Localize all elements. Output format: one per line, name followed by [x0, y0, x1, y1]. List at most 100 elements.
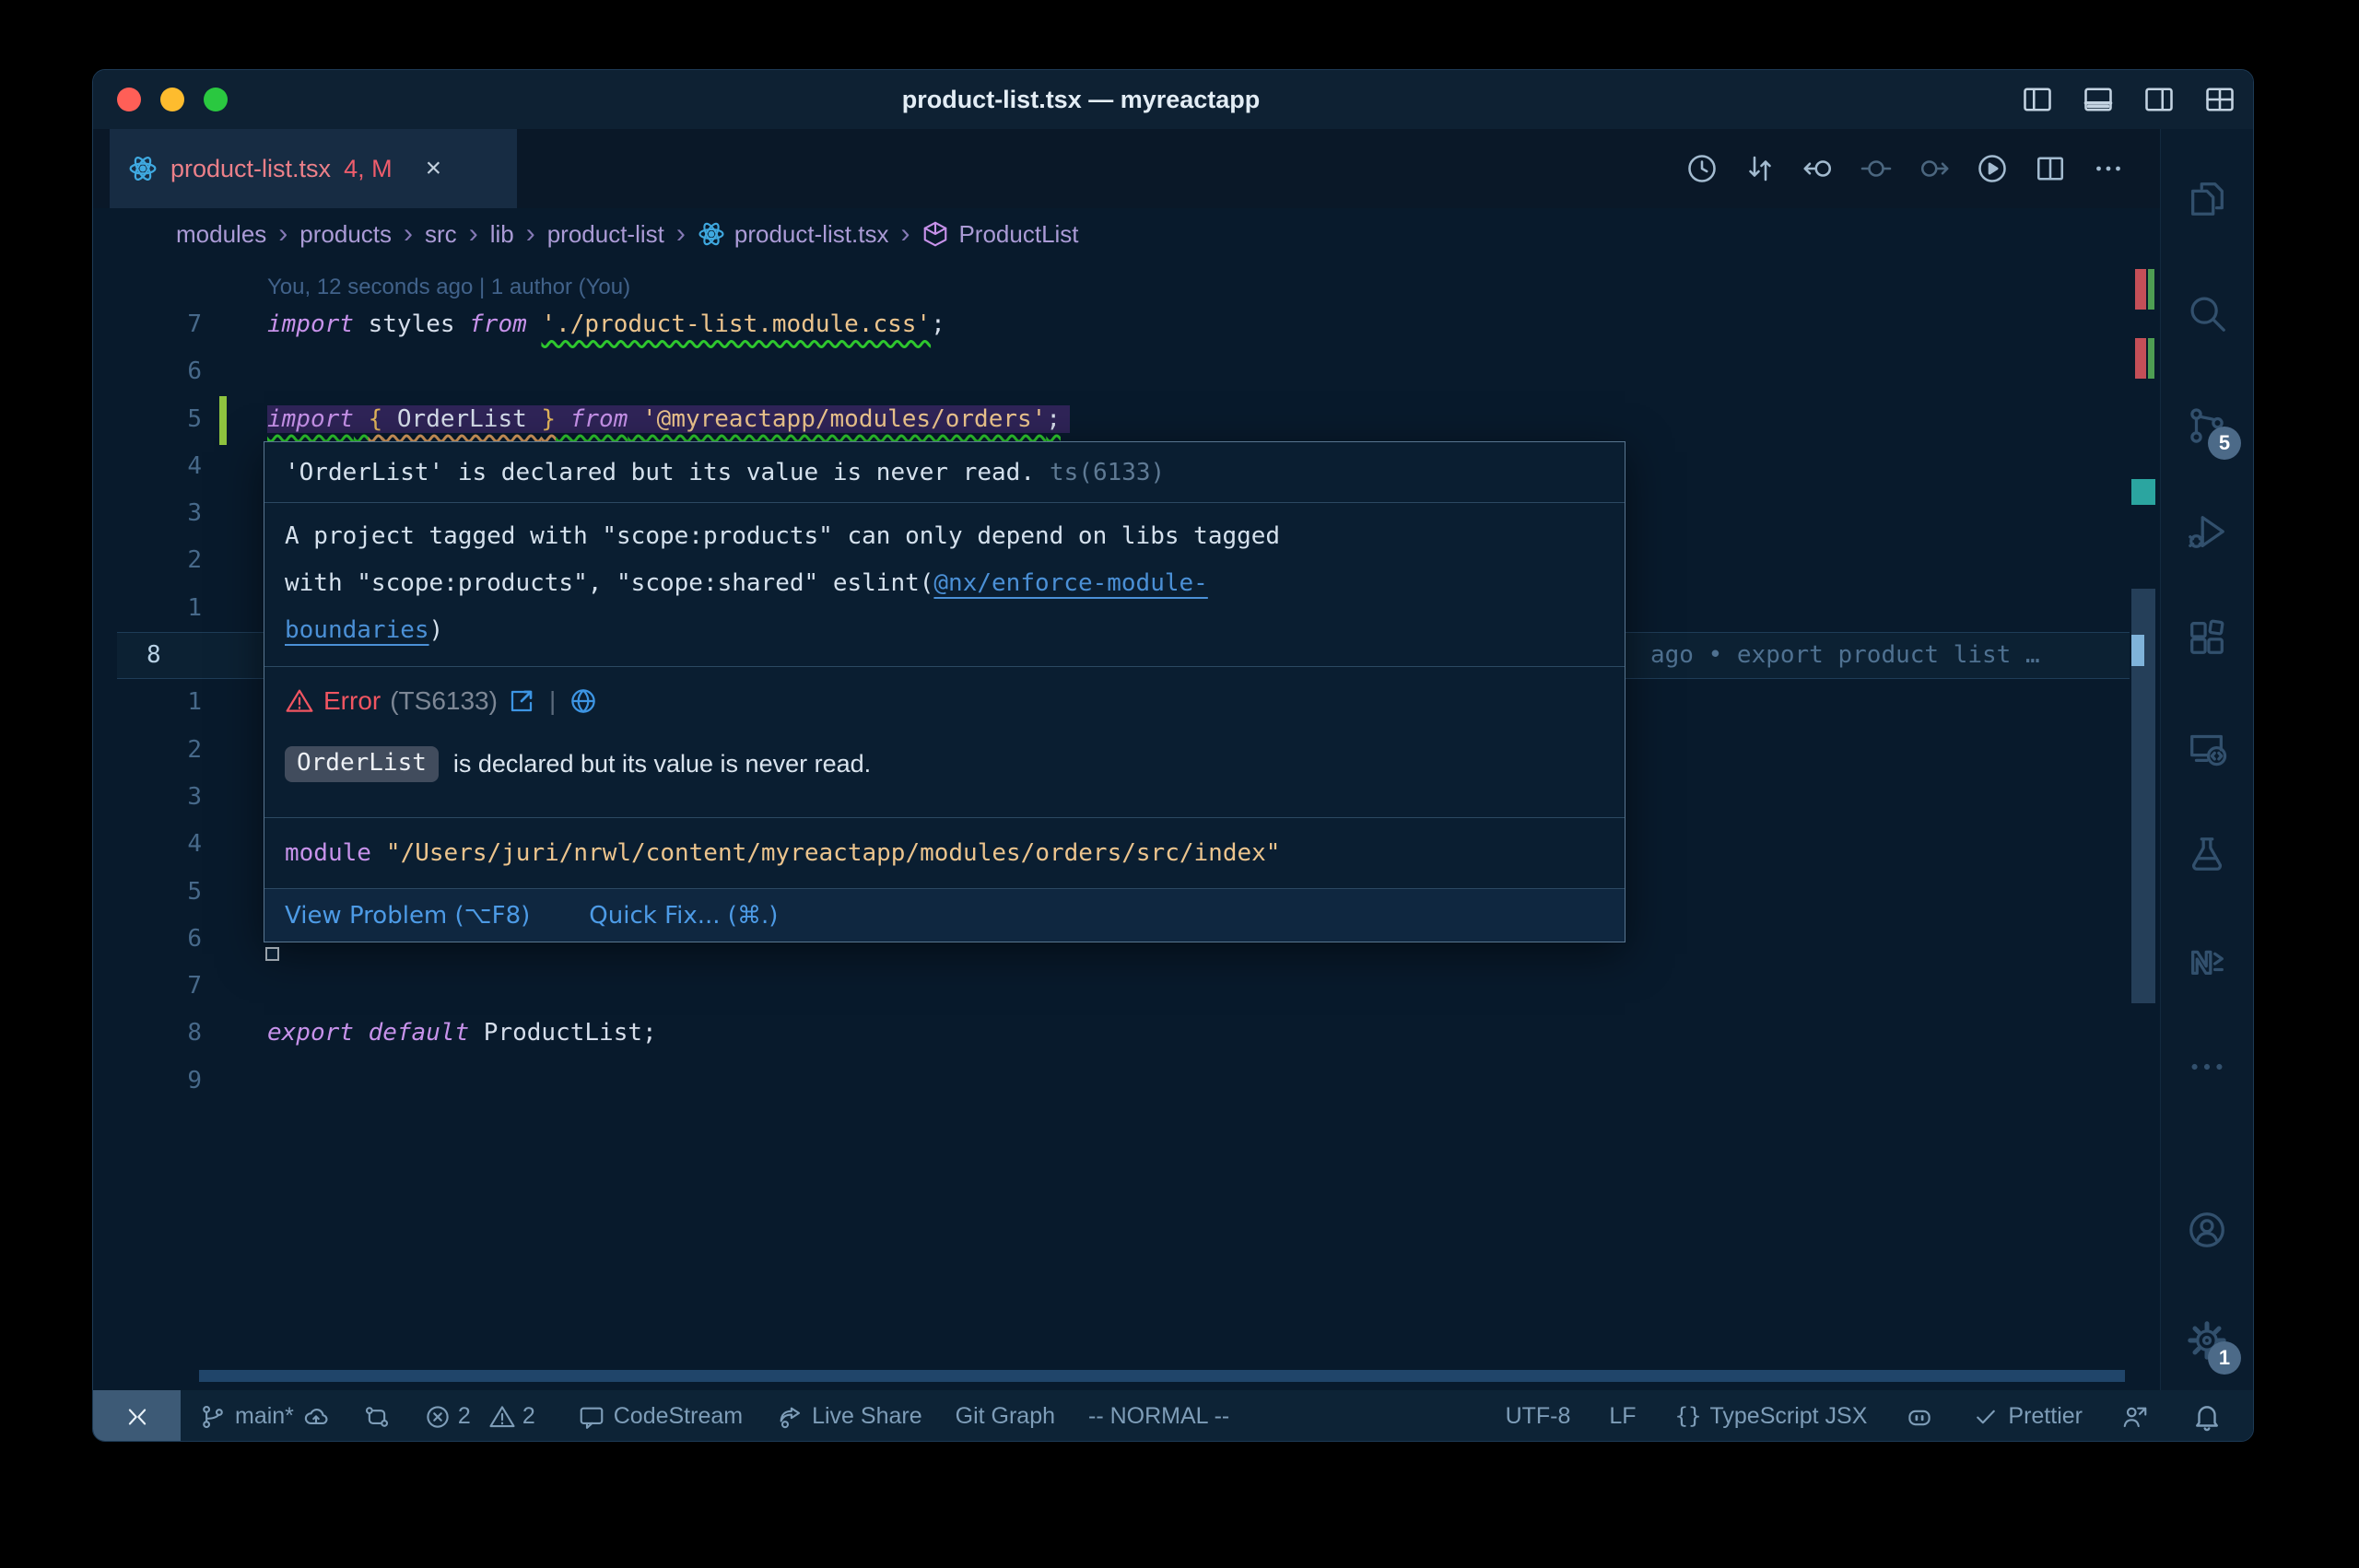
copilot-icon: [1906, 1403, 1933, 1431]
breadcrumb-item-product-list[interactable]: product-list: [547, 220, 664, 249]
vim-mode-item[interactable]: -- NORMAL --: [1088, 1403, 1229, 1430]
activity-item-nx-console[interactable]: [2186, 939, 2228, 981]
encoding-item[interactable]: UTF-8: [1506, 1403, 1571, 1430]
breadcrumb-item-lib[interactable]: lib: [490, 220, 514, 249]
window-title: product-list.tsx — myreactapp: [902, 70, 1261, 129]
codelens-blame[interactable]: You, 12 seconds ago | 1 author (You): [267, 275, 630, 300]
code-line[interactable]: 7: [93, 963, 2130, 1010]
toggle-primary-sidebar-button[interactable]: [2021, 83, 2054, 116]
nav-current-button[interactable]: [1860, 152, 1893, 185]
breadcrumb-item-modules[interactable]: modules: [176, 220, 266, 249]
view-problem-action[interactable]: View Problem (⌥F8): [285, 902, 530, 930]
line-number: 3: [121, 490, 202, 537]
comment-icon: [578, 1403, 605, 1431]
close-icon[interactable]: ×: [426, 153, 442, 184]
tooltip-message: 'OrderList' is declared but its value is…: [285, 459, 1035, 486]
problems-item[interactable]: 22: [424, 1403, 545, 1431]
git-added-gutter-bar: [219, 396, 227, 445]
activity-item-explorer[interactable]: [2186, 178, 2228, 220]
live-share-item[interactable]: Live Share: [776, 1403, 922, 1431]
run-file-button[interactable]: [1976, 152, 2009, 185]
breadcrumb-item-src[interactable]: src: [425, 220, 457, 249]
tooltip-resize-handle[interactable]: [265, 947, 279, 961]
horizontal-scrollbar[interactable]: [199, 1370, 2125, 1382]
breadcrumb-item-product-list-tsx[interactable]: product-list.tsx: [698, 220, 889, 249]
feedback-item[interactable]: [2121, 1403, 2149, 1431]
title-bar: product-list.tsx — myreactapp: [93, 70, 2253, 129]
code-line[interactable]: 9: [93, 1058, 2130, 1105]
code-line[interactable]: 7import styles from './product-list.modu…: [93, 301, 2130, 348]
line-number: 7: [121, 963, 202, 1010]
line-number: 2: [121, 727, 202, 774]
external-link-icon[interactable]: [507, 686, 536, 716]
quick-fix-action[interactable]: Quick Fix... (⌘.): [589, 902, 778, 930]
globe-icon[interactable]: [569, 686, 598, 716]
error-icon: [424, 1403, 452, 1431]
close-window-button[interactable]: [117, 88, 141, 111]
breadcrumb-item-productlist[interactable]: ProductList: [921, 220, 1078, 249]
notifications-item[interactable]: [2160, 1390, 2253, 1442]
nav-back-button[interactable]: [1802, 152, 1835, 185]
open-changes-button[interactable]: [1743, 152, 1777, 185]
tooltip-error-section: Error (TS6133) | OrderList is declared b…: [264, 667, 1625, 818]
breadcrumb-separator: ›: [404, 218, 413, 250]
activity-item-accounts[interactable]: [2186, 1209, 2228, 1251]
code-line[interactable]: 6: [93, 348, 2130, 395]
line-number: 9: [121, 1058, 202, 1105]
ruler-cursor-marker: [2131, 635, 2144, 666]
more-actions-button[interactable]: [2092, 152, 2125, 185]
toggle-secondary-sidebar-button[interactable]: [2142, 83, 2176, 116]
remote-indicator[interactable]: [93, 1390, 181, 1442]
error-label: Error: [323, 686, 381, 716]
timeline-button[interactable]: [1685, 152, 1719, 185]
zoom-window-button[interactable]: [204, 88, 228, 111]
activity-item-run-debug[interactable]: [2186, 510, 2228, 553]
customize-layout-button[interactable]: [2203, 83, 2236, 116]
language-item[interactable]: {}TypeScript JSX: [1675, 1403, 1868, 1430]
breadcrumb-separator: ›: [526, 218, 535, 250]
layout-controls: [2021, 70, 2236, 129]
eol-item[interactable]: LF: [1609, 1403, 1636, 1430]
activity-item-testing[interactable]: [2186, 833, 2228, 875]
badge: 1: [2208, 1341, 2241, 1375]
activity-item-more-views[interactable]: [2186, 1046, 2228, 1088]
tab-bar: product-list.tsx 4, M ×: [93, 129, 2162, 208]
nx-rule-link[interactable]: @nx/enforce-module-: [933, 569, 1207, 597]
git-graph-item[interactable]: Git Graph: [956, 1403, 1055, 1430]
branch-item[interactable]: main*: [199, 1403, 330, 1431]
split-editor-button[interactable]: [2034, 152, 2067, 185]
code-text: export default ProductList;: [267, 1010, 657, 1057]
toggle-panel-button[interactable]: [2082, 83, 2115, 116]
activity-item-extensions[interactable]: [2186, 616, 2228, 659]
activity-bar: 51: [2160, 129, 2253, 1390]
tooltip-module-row: module "/Users/juri/nrwl/content/myreact…: [264, 818, 1625, 888]
tab-product-list[interactable]: product-list.tsx 4, M ×: [110, 129, 517, 208]
ruler-error-mark: [2135, 269, 2146, 310]
line-number: 5: [121, 869, 202, 916]
badge: 5: [2208, 427, 2241, 460]
compare-item[interactable]: [363, 1403, 391, 1431]
code-line[interactable]: 8export default ProductList;: [93, 1010, 2130, 1057]
ruler-added-mark: [2148, 338, 2154, 379]
feedback-icon: [2121, 1403, 2149, 1431]
nx-rule-link[interactable]: boundaries: [285, 616, 429, 644]
activity-item-settings[interactable]: 1: [2186, 1319, 2228, 1362]
breadcrumb-item-products[interactable]: products: [299, 220, 392, 249]
copilot-item[interactable]: [1906, 1403, 1933, 1431]
minimize-window-button[interactable]: [160, 88, 184, 111]
symbol-class-icon: [921, 220, 949, 248]
nav-forward-button[interactable]: [1918, 152, 1951, 185]
error-tooltip: 'OrderList' is declared but its value is…: [264, 441, 1625, 942]
activity-item-remote-explorer[interactable]: [2186, 727, 2228, 769]
line-number: 4: [121, 821, 202, 868]
formatter-item[interactable]: Prettier: [1972, 1403, 2083, 1431]
warning-icon: [488, 1403, 516, 1431]
warning-triangle-icon: [285, 686, 314, 716]
line-number: 2: [121, 537, 202, 584]
activity-item-search[interactable]: [2186, 292, 2228, 334]
git-branch-icon: [199, 1403, 227, 1431]
chip-message: is declared but its value is never read.: [453, 750, 871, 778]
activity-item-source-control[interactable]: 5: [2186, 404, 2228, 447]
code-line[interactable]: 5import { OrderList } from '@myreactapp/…: [93, 396, 2130, 443]
codestream-item[interactable]: CodeStream: [578, 1403, 743, 1431]
